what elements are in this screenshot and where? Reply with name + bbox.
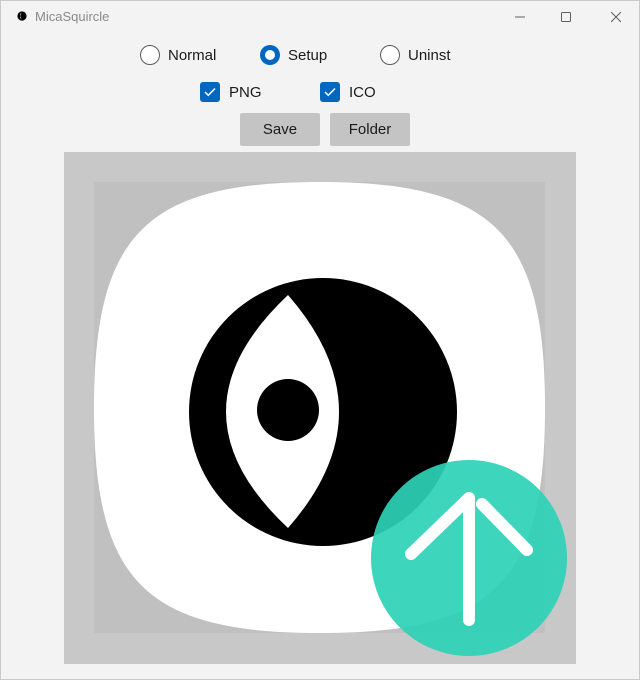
checkbox-png[interactable]: PNG (200, 82, 262, 102)
checkmark-icon (324, 87, 336, 97)
radio-uninst-label: Uninst (408, 46, 451, 64)
checkbox-ico-box[interactable] (320, 82, 340, 102)
checkbox-ico-label: ICO (349, 83, 376, 101)
checkbox-png-box[interactable] (200, 82, 220, 102)
radio-normal[interactable]: Normal (140, 44, 216, 66)
radio-uninst-indicator[interactable] (380, 45, 400, 65)
app-window: MicaSquircle Normal Setup Uninst PNG ICO… (0, 0, 640, 680)
radio-setup-label: Setup (288, 46, 328, 64)
radio-setup-indicator[interactable] (260, 45, 280, 65)
checkbox-ico[interactable]: ICO (320, 82, 376, 102)
radio-setup[interactable]: Setup (260, 44, 327, 66)
checkbox-png-label: PNG (229, 83, 262, 101)
close-icon (611, 12, 621, 22)
maximize-button[interactable] (543, 1, 589, 33)
app-moon-icon (17, 11, 27, 21)
minimize-button[interactable] (497, 1, 543, 33)
up-arrow-badge-icon (371, 460, 567, 656)
icon-preview (64, 152, 576, 664)
checkmark-icon (204, 87, 216, 97)
maximize-icon (561, 12, 571, 22)
radio-uninst[interactable]: Uninst (380, 44, 451, 66)
squircle-eye-icon (94, 182, 567, 656)
folder-button[interactable]: Folder (330, 113, 410, 146)
minimize-icon (515, 16, 525, 18)
radio-normal-indicator[interactable] (140, 45, 160, 65)
title-bar[interactable]: MicaSquircle (1, 1, 639, 33)
save-button[interactable]: Save (240, 113, 320, 146)
eye-pupil (257, 379, 319, 441)
radio-normal-label: Normal (168, 46, 217, 64)
window-title: MicaSquircle (35, 9, 110, 24)
close-button[interactable] (593, 1, 639, 33)
